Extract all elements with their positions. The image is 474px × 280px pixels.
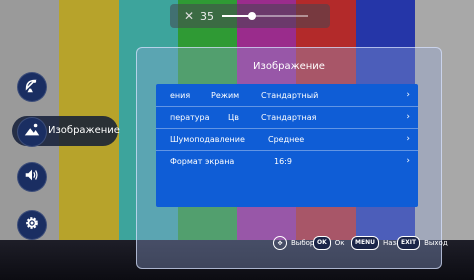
row-sublabel: Цв [228,113,239,122]
brightness-icon: ✕ [183,9,195,23]
chevron-right-icon: › [406,112,410,122]
brightness-slider-knob[interactable] [248,12,257,20]
sidebar-item-settings[interactable] [17,210,47,240]
picture-settings-panel: Изображение ения Режим Стандартный › пер… [136,47,448,269]
setting-row-color-temperature[interactable]: пература Цв Стандартная › [156,107,418,128]
setting-row-aspect-ratio[interactable]: Формат экрана 16:9 › [156,151,418,172]
chevron-right-icon: › [406,134,410,144]
menu-button-badge: MENU [351,236,379,250]
brightness-value: 35 [200,9,214,23]
hint-exit: EXIT Выход [397,236,448,250]
chevron-right-icon: › [406,156,410,166]
panel-title: Изображение [253,61,325,72]
sidebar-item-picture-label: Изображение [48,125,120,136]
setting-row-picture-mode[interactable]: ения Режим Стандартный › [156,85,418,106]
ok-button-badge: OK [313,236,331,250]
exit-button-badge: EXIT [397,236,421,250]
row-value: 16:9 [274,157,292,166]
hint-select-label: Выбор [291,239,315,247]
row-label: Шумоподавление [170,135,245,144]
brightness-indicator: ✕ 35 [170,4,330,28]
row-value: Среднее [268,135,305,144]
picture-icon [23,121,41,143]
row-value: Стандартная [261,113,317,122]
chevron-right-icon: › [406,90,410,100]
dpad-icon: ✥ [273,236,287,250]
row-label: Формат экрана [170,157,235,166]
gear-icon [23,214,41,236]
brightness-slider[interactable] [222,12,308,20]
row-label: пература [170,113,210,122]
hint-ok-label: Ок [334,239,345,247]
speaker-icon [23,166,41,188]
sidebar-item-sound[interactable] [17,162,47,192]
hint-select: ✥ Выбор [273,236,314,250]
sidebar-item-channels[interactable] [17,72,47,102]
settings-list: ения Режим Стандартный › пература Цв Ста… [156,84,418,207]
row-label: ения [170,91,191,100]
row-sublabel: Режим [211,91,240,100]
sidebar-item-picture[interactable] [17,117,47,147]
hint-ok: OK Ок [313,236,345,250]
row-value: Стандартный [261,91,319,100]
hint-exit-label: Выход [424,239,448,247]
satellite-dish-icon [23,76,41,98]
setting-row-noise-reduction[interactable]: Шумоподавление Среднее › [156,129,418,150]
